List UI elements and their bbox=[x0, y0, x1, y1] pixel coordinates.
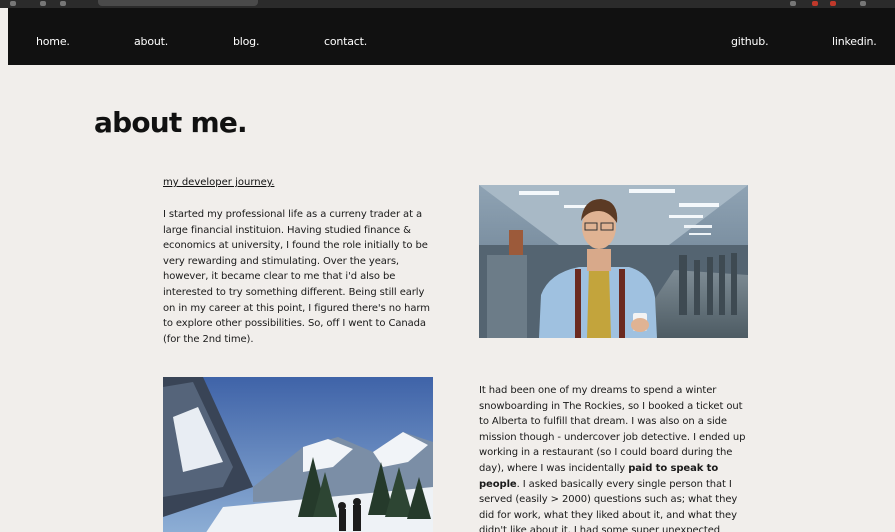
top-navigation: home. about. blog. contact. github. link… bbox=[8, 8, 895, 65]
browser-extension-icon[interactable] bbox=[812, 1, 818, 6]
page-title: about me. bbox=[94, 106, 248, 139]
browser-reload-icon[interactable] bbox=[60, 1, 66, 6]
nav-link-home[interactable]: home. bbox=[36, 35, 70, 48]
journey-paragraph-2: It had been one of my dreams to spend a … bbox=[479, 383, 751, 532]
nav-link-contact[interactable]: contact. bbox=[324, 35, 367, 48]
browser-url-bar[interactable] bbox=[98, 0, 258, 6]
developer-journey-link[interactable]: my developer journey. bbox=[163, 177, 274, 188]
office-worker-photo bbox=[479, 185, 748, 338]
journey-paragraph-1: I started my professional life as a curr… bbox=[163, 209, 430, 345]
browser-extension-icon[interactable] bbox=[830, 1, 836, 6]
nav-link-about[interactable]: about. bbox=[134, 35, 168, 48]
lake-louise-photo bbox=[163, 377, 433, 532]
nav-link-github[interactable]: github. bbox=[731, 35, 769, 48]
browser-bookmark-icon[interactable] bbox=[790, 1, 796, 6]
browser-chrome-strip bbox=[0, 0, 895, 8]
browser-profile-icon[interactable] bbox=[860, 1, 866, 6]
paragraph-2-text-end: . I asked basically every single person … bbox=[479, 478, 738, 532]
paragraph-2-text-start: It had been one of my dreams to spend a … bbox=[479, 385, 746, 474]
nav-link-linkedin[interactable]: linkedin. bbox=[832, 35, 877, 48]
browser-back-icon[interactable] bbox=[10, 1, 16, 6]
browser-forward-icon[interactable] bbox=[40, 1, 46, 6]
nav-link-blog[interactable]: blog. bbox=[233, 35, 259, 48]
